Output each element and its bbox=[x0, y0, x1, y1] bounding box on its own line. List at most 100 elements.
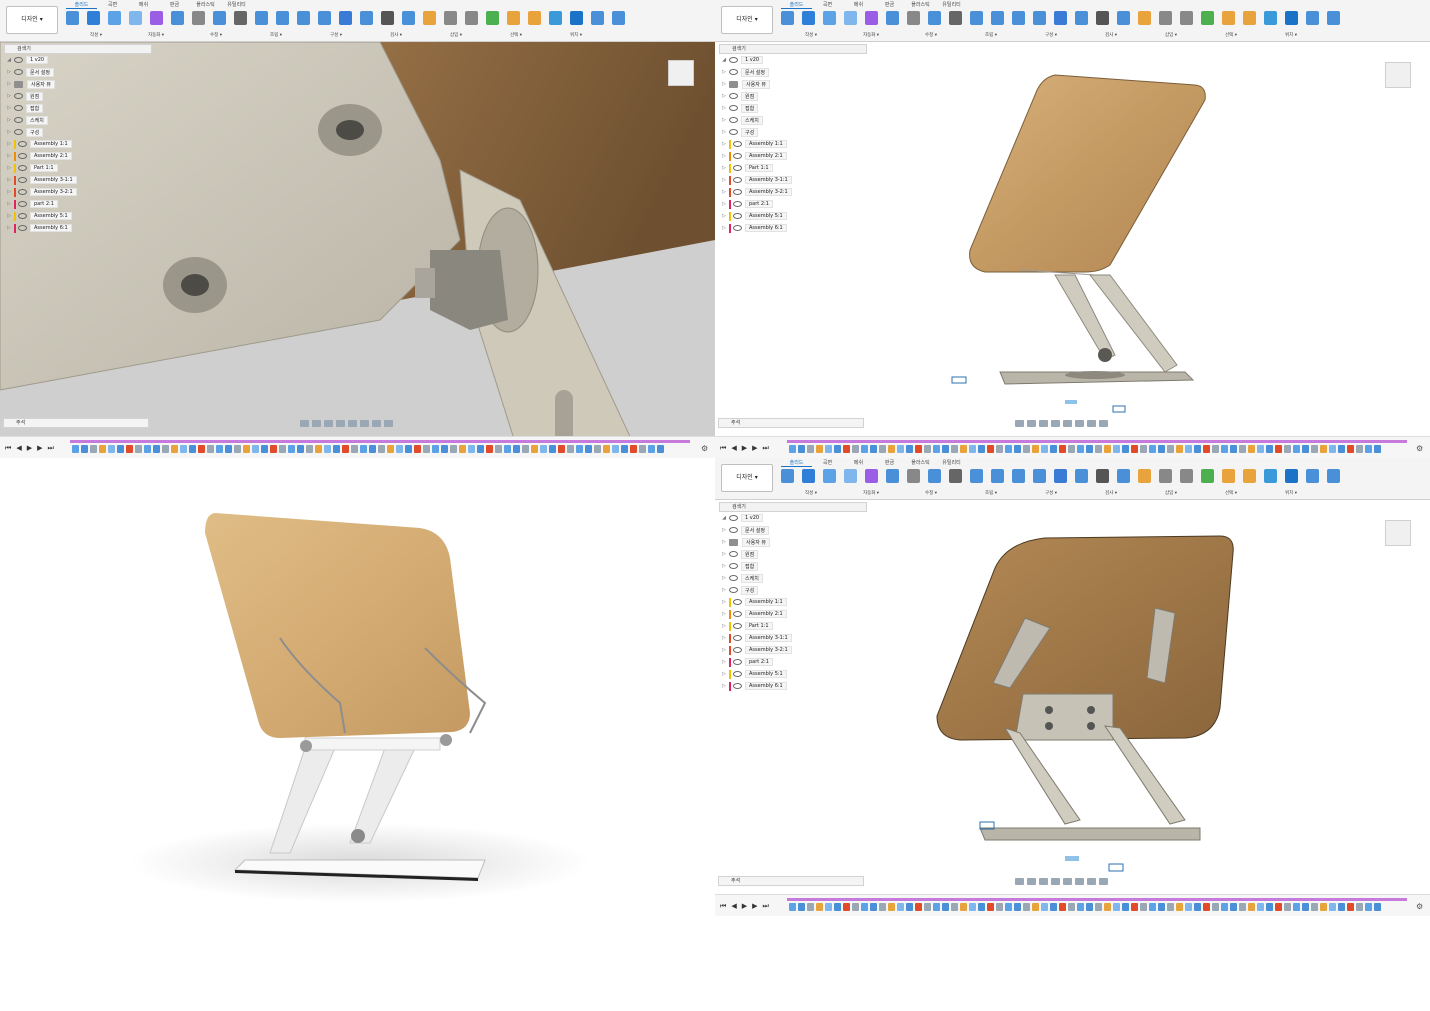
timeline-feature-icon[interactable] bbox=[351, 445, 358, 453]
timeline-feature-icon[interactable] bbox=[531, 445, 538, 453]
group-position[interactable]: 위치 ▾ bbox=[546, 32, 606, 38]
timeline-feature-icon[interactable] bbox=[423, 445, 430, 453]
timeline-feature-icon[interactable] bbox=[1221, 445, 1228, 453]
tree-item[interactable]: ▷ 구성 bbox=[4, 126, 152, 138]
timeline-feature-icon[interactable] bbox=[1059, 903, 1066, 911]
timeline-feature-icon[interactable] bbox=[504, 445, 511, 453]
position-icon[interactable] bbox=[1306, 11, 1319, 25]
fillet-icon[interactable] bbox=[991, 11, 1004, 25]
viewcube[interactable] bbox=[668, 60, 694, 86]
pattern-icon[interactable] bbox=[907, 469, 920, 483]
timeline-feature-icon[interactable] bbox=[594, 445, 601, 453]
tree-item[interactable]: ▷ Part 1:1 bbox=[719, 162, 867, 174]
eye-icon[interactable] bbox=[733, 683, 742, 689]
timeline-feature-icon[interactable] bbox=[1266, 903, 1273, 911]
timeline-feature-icon[interactable] bbox=[1275, 445, 1282, 453]
grid-settings-icon[interactable] bbox=[1087, 877, 1096, 885]
fillet-icon[interactable] bbox=[991, 469, 1004, 483]
mirror-icon[interactable] bbox=[928, 469, 941, 483]
timeline-feature-icon[interactable] bbox=[1374, 445, 1381, 453]
timeline-feature-icon[interactable] bbox=[1221, 903, 1228, 911]
group-modify[interactable]: 수정 ▾ bbox=[901, 490, 961, 496]
extrude-icon[interactable] bbox=[87, 11, 100, 25]
eye-icon[interactable] bbox=[729, 105, 738, 111]
timeline-feature-icon[interactable] bbox=[378, 445, 385, 453]
group-automate[interactable]: 자동화 ▾ bbox=[841, 490, 901, 496]
tree-item[interactable]: ▷ 접합 bbox=[719, 560, 867, 572]
timeline-feature-icon[interactable] bbox=[522, 445, 529, 453]
decal-icon[interactable] bbox=[549, 11, 562, 25]
tree-item[interactable]: ▷ Assembly 6:1 bbox=[719, 222, 867, 234]
timeline-prev-button[interactable]: ◀ bbox=[16, 444, 21, 453]
timeline-feature-icon[interactable] bbox=[558, 445, 565, 453]
tab-sheetmetal[interactable]: 판금 bbox=[874, 459, 905, 467]
tree-item[interactable]: ▷ Assembly 1:1 bbox=[719, 596, 867, 608]
timeline-feature-icon[interactable] bbox=[1275, 903, 1282, 911]
form-icon[interactable] bbox=[865, 11, 878, 25]
timeline-feature-icon[interactable] bbox=[807, 445, 814, 453]
tree-item[interactable]: ▷ 구성 bbox=[719, 126, 867, 138]
tab-sheetmetal[interactable]: 판금 bbox=[159, 1, 190, 9]
timeline-last-button[interactable]: ⏭ bbox=[47, 444, 53, 453]
timeline-feature-icon[interactable] bbox=[978, 903, 985, 911]
timeline-feature-icon[interactable] bbox=[1329, 445, 1336, 453]
look-at-icon[interactable] bbox=[312, 419, 321, 427]
timeline-feature-icon[interactable] bbox=[870, 445, 877, 453]
tree-item[interactable]: ▷ Assembly 6:1 bbox=[4, 222, 152, 234]
eye-icon[interactable] bbox=[733, 141, 742, 147]
timeline-next-button[interactable]: ▶ bbox=[37, 444, 42, 453]
sketch-icon[interactable] bbox=[844, 469, 857, 483]
move-icon[interactable] bbox=[381, 11, 394, 25]
timeline-feature-icon[interactable] bbox=[978, 445, 985, 453]
timeline-feature-icon[interactable] bbox=[207, 445, 214, 453]
group-assemble[interactable]: 조립 ▾ bbox=[961, 490, 1021, 496]
timeline-track[interactable] bbox=[787, 898, 1407, 901]
move-icon[interactable] bbox=[1096, 469, 1109, 483]
offset-icon[interactable] bbox=[1075, 11, 1088, 25]
timeline-feature-icon[interactable] bbox=[171, 445, 178, 453]
comments-panel[interactable]: 주석 bbox=[3, 418, 149, 428]
eye-icon[interactable] bbox=[18, 177, 27, 183]
tab-solid[interactable]: 솔리드 bbox=[781, 1, 812, 9]
group-select[interactable]: 선택 ▾ bbox=[1201, 490, 1261, 496]
tree-item[interactable]: ▷ Assembly 2:1 bbox=[719, 608, 867, 620]
design-workspace-button[interactable]: 디자인 ▾ bbox=[721, 6, 773, 34]
timeline-play-button[interactable]: ▶ bbox=[742, 902, 747, 911]
pattern-icon[interactable] bbox=[907, 11, 920, 25]
eye-icon[interactable] bbox=[18, 189, 27, 195]
eye-icon[interactable] bbox=[14, 129, 23, 135]
timeline-feature-icon[interactable] bbox=[621, 445, 628, 453]
group-create[interactable]: 작성 ▾ bbox=[781, 32, 841, 38]
comments-panel[interactable]: 주석 bbox=[718, 876, 864, 886]
timeline-feature-icon[interactable] bbox=[1320, 903, 1327, 911]
timeline-feature-icon[interactable] bbox=[1086, 903, 1093, 911]
eye-icon[interactable] bbox=[14, 93, 23, 99]
timeline-feature-icon[interactable] bbox=[852, 445, 859, 453]
eye-icon[interactable] bbox=[733, 165, 742, 171]
timeline-feature-icon[interactable] bbox=[288, 445, 295, 453]
timeline-feature-icon[interactable] bbox=[1023, 903, 1030, 911]
timeline-feature-icon[interactable] bbox=[1212, 445, 1219, 453]
rigid-group-icon[interactable] bbox=[1159, 11, 1172, 25]
insert-icon[interactable] bbox=[1243, 469, 1256, 483]
timeline-feature-icon[interactable] bbox=[1041, 903, 1048, 911]
eye-icon[interactable] bbox=[733, 225, 742, 231]
timeline-feature-icon[interactable] bbox=[1311, 903, 1318, 911]
timeline-feature-icon[interactable] bbox=[630, 445, 637, 453]
timeline-feature-icon[interactable] bbox=[996, 445, 1003, 453]
timeline-feature-icon[interactable] bbox=[639, 445, 646, 453]
eye-icon[interactable] bbox=[729, 57, 738, 63]
new-component-icon[interactable] bbox=[781, 469, 794, 483]
timeline-feature-icon[interactable] bbox=[1104, 445, 1111, 453]
timeline-feature-icon[interactable] bbox=[1293, 903, 1300, 911]
tree-item[interactable]: ▷ Assembly 2:1 bbox=[4, 150, 152, 162]
group-inspect[interactable]: 검사 ▾ bbox=[366, 32, 426, 38]
timeline-feature-icon[interactable] bbox=[861, 445, 868, 453]
viewport-side[interactable]: 디자인 ▾ 솔리드 곡면 메쉬 판금 플라스틱 유틸리티 작성 ▾ 자동화 ▾ … bbox=[715, 0, 1430, 458]
timeline-feature-icon[interactable] bbox=[843, 445, 850, 453]
timeline-feature-icon[interactable] bbox=[576, 445, 583, 453]
viewports-icon[interactable] bbox=[384, 419, 393, 427]
plane-icon[interactable] bbox=[1201, 11, 1214, 25]
drive-joint-icon[interactable] bbox=[465, 11, 478, 25]
timeline-feature-icon[interactable] bbox=[162, 445, 169, 453]
